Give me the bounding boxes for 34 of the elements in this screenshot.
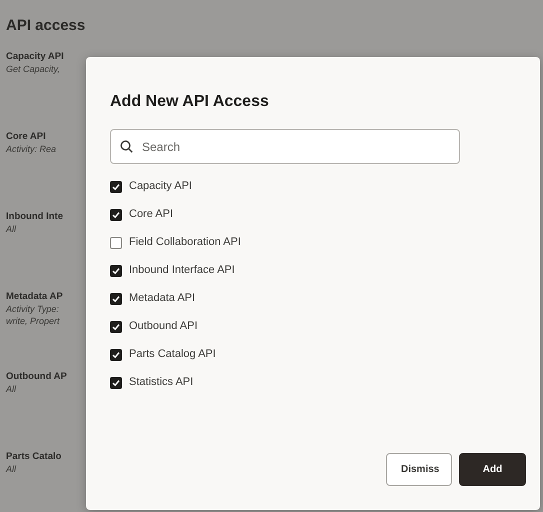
api-description: Get Capacity, bbox=[6, 63, 60, 75]
add-button[interactable]: Add bbox=[459, 453, 526, 486]
option-label[interactable]: Inbound Interface API bbox=[129, 262, 235, 279]
option-label[interactable]: Parts Catalog API bbox=[129, 346, 216, 363]
option-label[interactable]: Capacity API bbox=[129, 178, 192, 195]
checkbox[interactable] bbox=[110, 376, 122, 388]
api-description: Activity Type: bbox=[6, 303, 59, 315]
api-description: Activity: Rea bbox=[6, 143, 56, 155]
checkbox[interactable] bbox=[110, 292, 122, 304]
option-label[interactable]: Outbound API bbox=[129, 318, 198, 335]
checkbox[interactable] bbox=[110, 208, 122, 220]
api-name: Parts Catalo bbox=[6, 450, 62, 463]
option-label[interactable]: Core API bbox=[129, 206, 174, 223]
api-name: Capacity API bbox=[6, 50, 64, 63]
checkbox[interactable] bbox=[110, 264, 122, 276]
search-field[interactable]: Search bbox=[110, 129, 460, 164]
checkbox[interactable] bbox=[110, 236, 122, 248]
checkbox[interactable] bbox=[110, 180, 122, 192]
api-name: Core API bbox=[6, 130, 46, 143]
option-label[interactable]: Metadata API bbox=[129, 290, 196, 307]
api-name: Metadata AP bbox=[6, 290, 63, 303]
api-name: Inbound Inte bbox=[6, 210, 63, 223]
api-description: All bbox=[6, 223, 16, 235]
api-description: write, Propert bbox=[6, 315, 60, 327]
api-name: Outbound AP bbox=[6, 370, 67, 383]
checkbox[interactable] bbox=[110, 320, 122, 332]
dialog-title: Add New API Access bbox=[110, 92, 270, 112]
option-label[interactable]: Statistics API bbox=[129, 374, 194, 391]
option-label[interactable]: Field Collaboration API bbox=[129, 234, 241, 251]
page-title: API access bbox=[6, 16, 86, 36]
checkbox[interactable] bbox=[110, 348, 122, 360]
api-description: All bbox=[6, 383, 16, 395]
dismiss-button[interactable]: Dismiss bbox=[386, 453, 452, 486]
api-description: All bbox=[6, 463, 16, 475]
